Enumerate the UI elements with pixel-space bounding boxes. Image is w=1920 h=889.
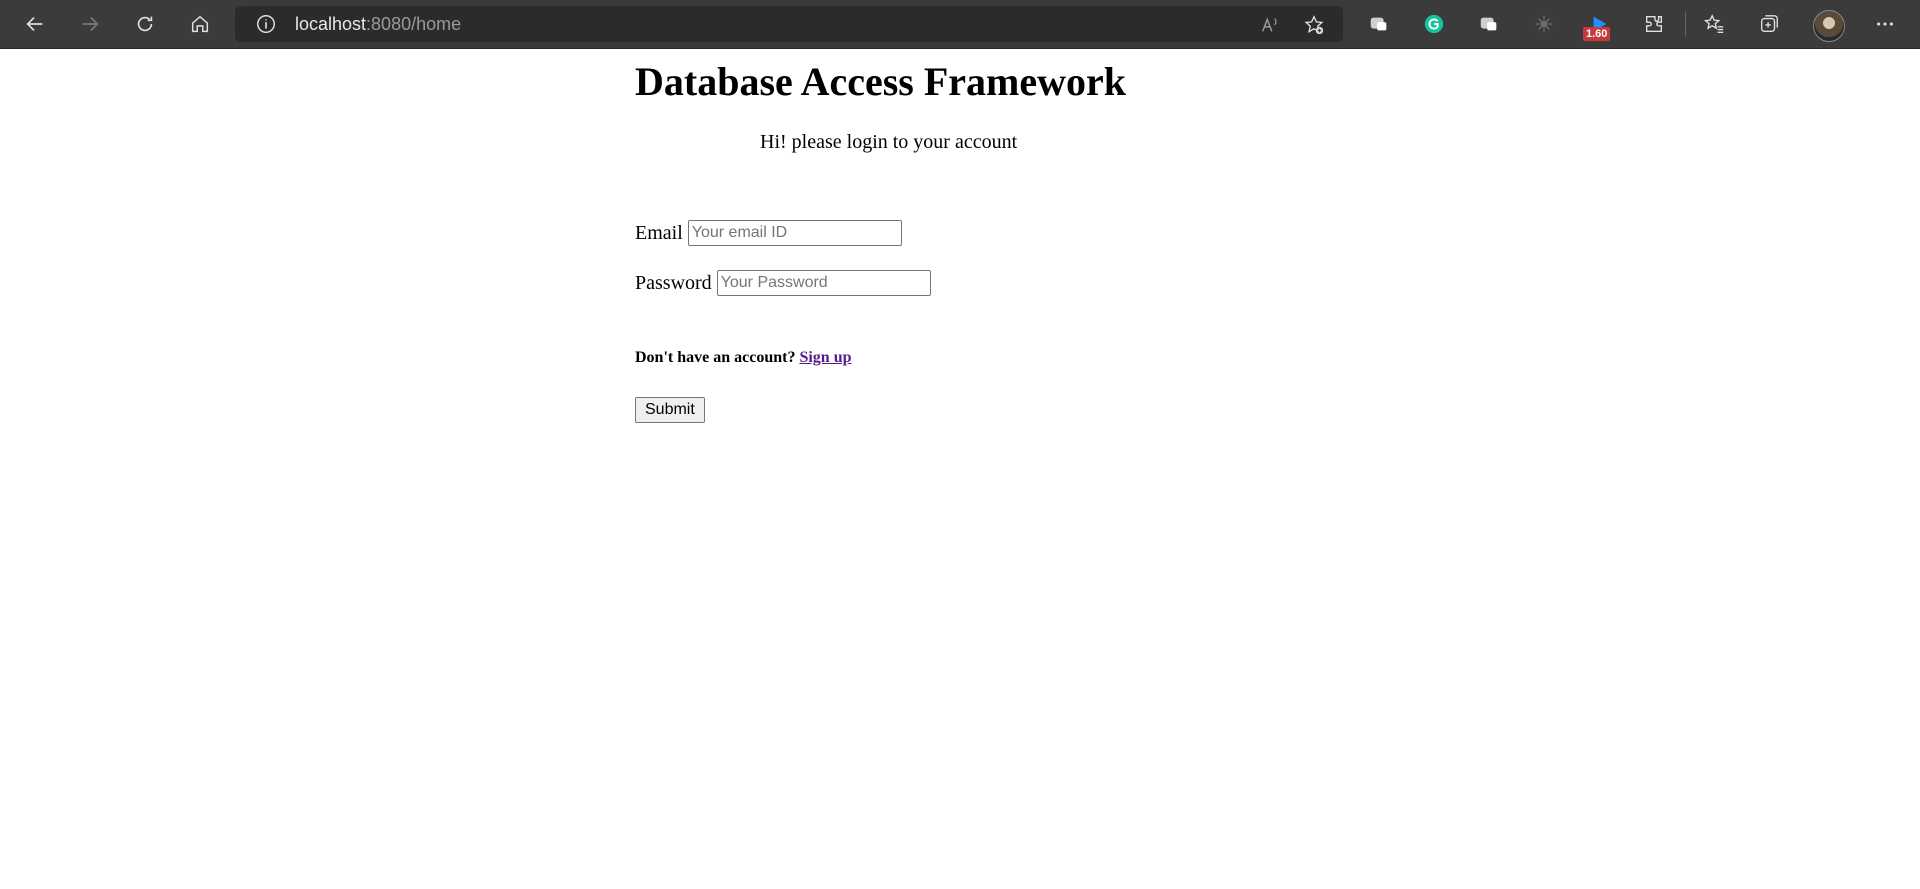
password-label: Password (635, 271, 712, 294)
signup-prompt: Don't have an account? Sign up (635, 349, 852, 367)
address-bar[interactable]: localhost:8080/home (235, 6, 1343, 42)
toolbar-divider (1685, 12, 1686, 36)
extensions-icon[interactable] (1638, 8, 1670, 40)
signup-prompt-text: Don't have an account? (635, 349, 796, 366)
info-icon[interactable] (255, 13, 277, 35)
forward-icon[interactable] (74, 8, 106, 40)
extension-icon[interactable] (1473, 8, 1505, 40)
browser-toolbar: localhost:8080/home 1.60 (0, 0, 1920, 49)
url-path: :8080/home (366, 14, 462, 34)
favorites-icon[interactable] (1698, 8, 1730, 40)
extension-badge: 1.60 (1583, 27, 1611, 41)
home-icon[interactable] (184, 8, 216, 40)
back-icon[interactable] (19, 8, 51, 40)
email-row: Email (635, 220, 902, 246)
email-field[interactable] (687, 220, 902, 246)
extension-icon[interactable] (1528, 8, 1560, 40)
more-icon[interactable] (1869, 8, 1901, 40)
greeting-text: Hi! please login to your account (760, 131, 1018, 153)
email-label: Email (635, 221, 683, 244)
collections-icon[interactable] (1753, 8, 1785, 40)
extension-icon[interactable] (1363, 8, 1395, 40)
signup-link[interactable]: Sign up (799, 349, 851, 366)
add-favorite-icon[interactable] (1302, 13, 1326, 37)
grammarly-icon[interactable] (1418, 8, 1450, 40)
read-aloud-icon[interactable] (1258, 13, 1282, 37)
profile-avatar[interactable] (1813, 10, 1845, 42)
page-title: Database Access Framework (635, 59, 1126, 104)
submit-button[interactable]: Submit (635, 397, 705, 423)
refresh-icon[interactable] (129, 8, 161, 40)
password-row: Password (635, 270, 931, 296)
url-host: localhost (295, 14, 367, 34)
url-text[interactable]: localhost:8080/home (295, 14, 461, 34)
password-field[interactable] (716, 270, 931, 296)
